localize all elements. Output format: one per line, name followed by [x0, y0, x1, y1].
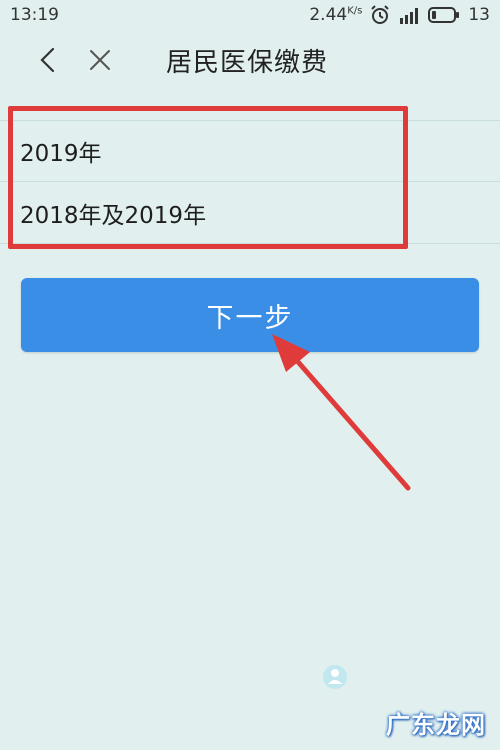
- page-title: 居民医保缴费: [166, 48, 329, 78]
- annotation-arrow-icon: [272, 334, 411, 491]
- year-option-label: 2018年及2019年: [20, 202, 207, 229]
- year-option-label: 2019年: [20, 141, 102, 167]
- network-speed-unit: K/s: [347, 5, 363, 17]
- back-icon[interactable]: [36, 46, 60, 74]
- network-speed: 2.44K/s: [309, 5, 362, 25]
- year-option-2019[interactable]: 2019年: [0, 120, 500, 182]
- network-speed-value: 2.44: [309, 5, 348, 25]
- battery-level: 13: [468, 5, 490, 25]
- battery-icon: [428, 7, 460, 23]
- watermark-logo-icon: [323, 665, 347, 689]
- status-indicators: 2.44K/s 13: [309, 5, 490, 25]
- watermark: 广东龙网: [386, 705, 486, 740]
- year-option-list: 2019年 2018年及2019年: [0, 120, 500, 244]
- watermark-text: 广东龙网: [386, 711, 486, 739]
- nav-bar: 居民医保缴费: [0, 30, 500, 92]
- year-option-2018-2019[interactable]: 2018年及2019年: [0, 182, 500, 244]
- close-icon[interactable]: [88, 48, 112, 72]
- signal-icon: [400, 8, 419, 24]
- next-step-button[interactable]: 下一步: [21, 278, 479, 352]
- status-bar: 13:19 2.44K/s 13: [0, 0, 500, 30]
- alarm-icon: [371, 5, 390, 24]
- status-time: 13:19: [10, 5, 59, 25]
